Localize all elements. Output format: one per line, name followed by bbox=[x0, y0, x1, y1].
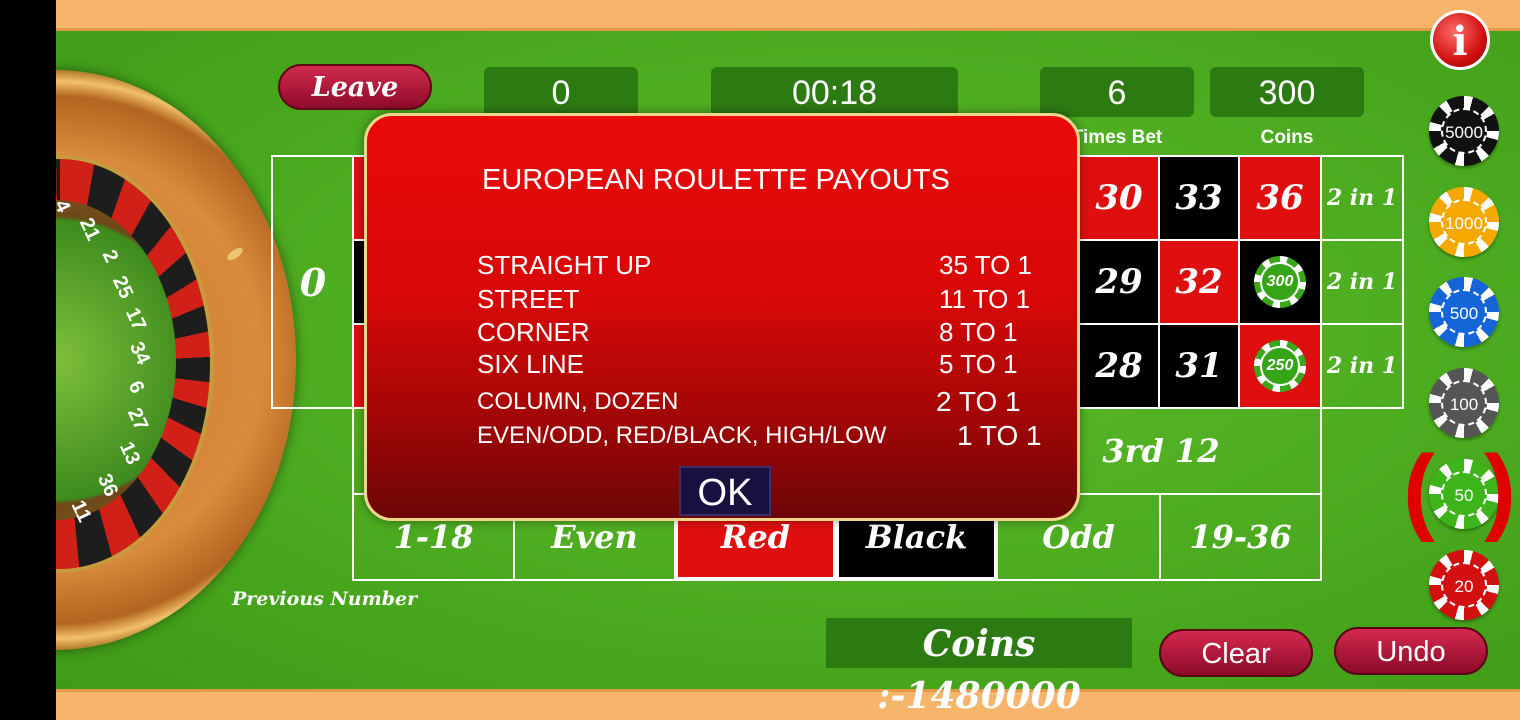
placed-chip-amount: 300 bbox=[1260, 262, 1300, 302]
chip-value: 500 bbox=[1441, 289, 1487, 335]
bet-cell-zero[interactable]: 0 bbox=[271, 155, 355, 409]
game-screen: 4 21 2 25 17 34 6 27 13 36 11 Previous N… bbox=[56, 0, 1520, 720]
column-bet-top[interactable]: 2 in 1 bbox=[1320, 155, 1404, 241]
dialog-title: EUROPEAN ROULETTE PAYOUTS bbox=[482, 164, 950, 196]
bet-cell-28[interactable]: 28 bbox=[1078, 323, 1160, 409]
bet-coins-label: Coins bbox=[1260, 127, 1314, 148]
column-bet-bottom[interactable]: 2 in 1 bbox=[1320, 323, 1404, 409]
table-rail-bottom bbox=[56, 689, 1520, 720]
payout-bet-name: SIX LINE bbox=[477, 349, 584, 379]
column-bet-middle[interactable]: 2 in 1 bbox=[1320, 239, 1404, 325]
payout-ratio: 5 TO 1 bbox=[939, 349, 1018, 379]
round-timer: 00:18 bbox=[711, 67, 958, 117]
payout-ratio: 8 TO 1 bbox=[939, 317, 1018, 347]
chip-value: 1000 bbox=[1441, 199, 1487, 245]
times-bet-display: 6 bbox=[1040, 67, 1194, 117]
table-rail-top bbox=[56, 0, 1520, 31]
bet-cell-30[interactable]: 30 bbox=[1078, 155, 1160, 241]
bet-coins-display: 300 bbox=[1210, 67, 1364, 117]
bet-cell-36[interactable]: 36 bbox=[1238, 155, 1322, 241]
bet-cell-32[interactable]: 32 bbox=[1158, 239, 1240, 325]
last-win-display: 0 bbox=[484, 67, 638, 117]
bet-cell-35[interactable]: 300 bbox=[1238, 239, 1322, 325]
payout-ratio: 1 TO 1 bbox=[957, 420, 1042, 451]
payout-bet-name: EVEN/ODD, RED/BLACK, HIGH/LOW bbox=[477, 422, 887, 449]
chip-100[interactable]: 100 bbox=[1429, 368, 1499, 438]
bet-cell-34[interactable]: 250 bbox=[1238, 323, 1322, 409]
chip-value: 20 bbox=[1441, 562, 1487, 608]
payout-bet-name: COLUMN, DOZEN bbox=[477, 388, 679, 415]
payout-ratio: 2 TO 1 bbox=[936, 386, 1021, 417]
bet-cell-31[interactable]: 31 bbox=[1158, 323, 1240, 409]
chip-500[interactable]: 500 bbox=[1429, 277, 1499, 347]
payout-bet-name: STREET bbox=[477, 284, 580, 314]
previous-number-label: Previous Number bbox=[232, 588, 418, 610]
chip-value: 100 bbox=[1441, 380, 1487, 426]
placed-chip-amount: 250 bbox=[1260, 346, 1300, 386]
clear-button[interactable]: Clear bbox=[1159, 629, 1313, 677]
payout-bet-name: STRAIGHT UP bbox=[477, 250, 652, 280]
selected-chip-bracket-right: ) bbox=[1484, 436, 1516, 543]
bet-high-19-36[interactable]: 19-36 bbox=[1159, 493, 1322, 581]
payout-bet-name: CORNER bbox=[477, 317, 590, 347]
payouts-dialog: EUROPEAN ROULETTE PAYOUTS STRAIGHT UP 35… bbox=[364, 113, 1080, 521]
payout-ratio: 35 TO 1 bbox=[939, 250, 1032, 280]
chip-20[interactable]: 20 bbox=[1429, 550, 1499, 620]
chip-value: 5000 bbox=[1441, 108, 1487, 154]
info-button[interactable]: i bbox=[1430, 10, 1490, 70]
info-icon: i bbox=[1452, 18, 1468, 65]
chip-5000[interactable]: 5000 bbox=[1429, 96, 1499, 166]
chip-value: 50 bbox=[1441, 471, 1487, 517]
undo-button[interactable]: Undo bbox=[1334, 627, 1488, 675]
payout-ratio: 11 TO 1 bbox=[939, 284, 1031, 314]
bet-cell-33[interactable]: 33 bbox=[1158, 155, 1240, 241]
chip-1000[interactable]: 1000 bbox=[1429, 187, 1499, 257]
placed-chip: 300 bbox=[1254, 256, 1306, 308]
placed-chip: 250 bbox=[1254, 340, 1306, 392]
leave-button[interactable]: Leave bbox=[278, 64, 432, 110]
ok-button[interactable]: OK bbox=[679, 466, 771, 516]
total-coins-display: Coins :-1480000 bbox=[826, 618, 1132, 717]
bet-cell-29[interactable]: 29 bbox=[1078, 239, 1160, 325]
